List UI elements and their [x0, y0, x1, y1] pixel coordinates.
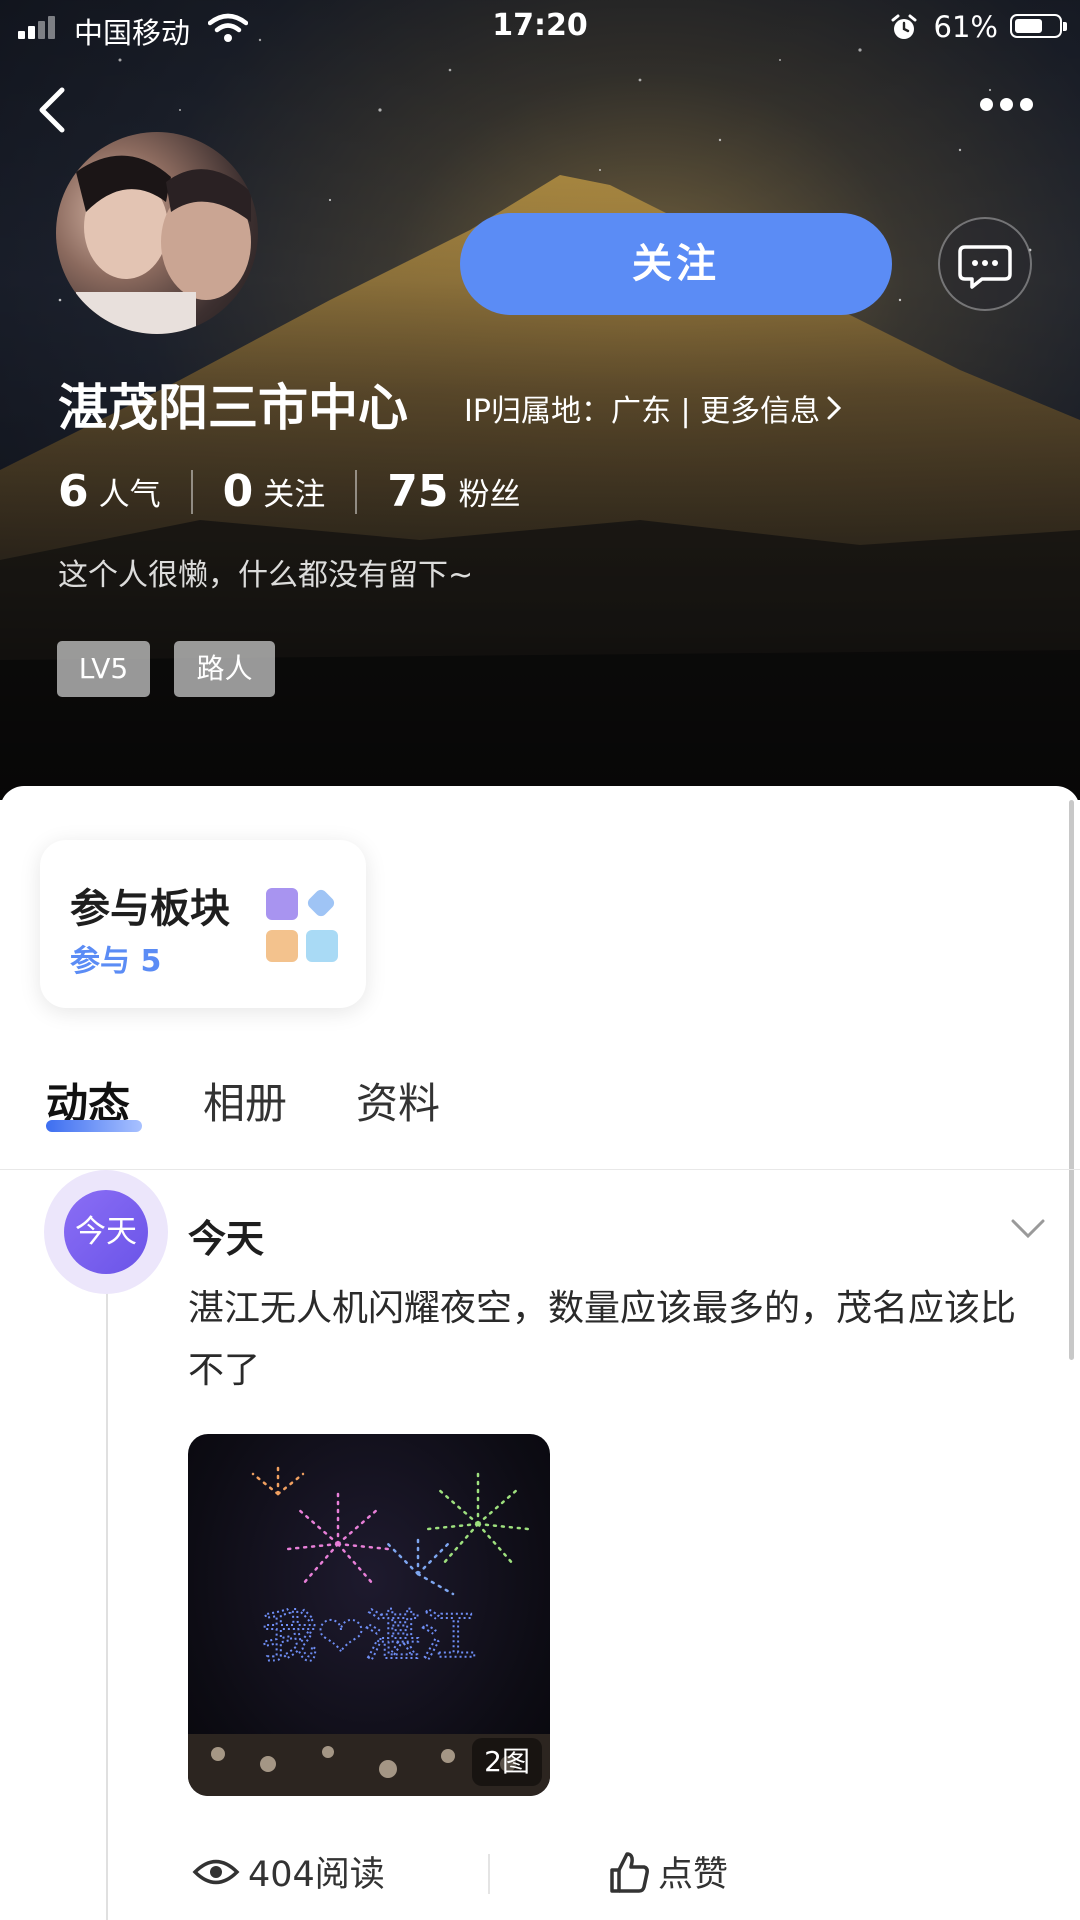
chat-bubble-icon	[958, 245, 1012, 289]
role-tag: 路人	[174, 641, 275, 697]
thumbs-up-icon	[610, 1851, 649, 1893]
status-bar: 中国移动 17:20 61%	[0, 0, 1080, 54]
boards-card-count: 参与 5	[70, 944, 162, 979]
stat-label: 关注	[263, 477, 326, 513]
stat-popularity[interactable]: 6 人气	[58, 466, 161, 517]
profile-stats: 6 人气 0 关注 75 粉丝	[58, 466, 520, 522]
stat-label: 粉丝	[458, 477, 521, 513]
more-options-icon[interactable]	[980, 96, 1040, 118]
divider	[190, 469, 193, 514]
level-tag: LV5	[57, 641, 150, 697]
post-text[interactable]: 湛江无人机闪耀夜空，数量应该最多的，茂名应该比不了	[188, 1278, 1028, 1402]
image-overlay-text: 我❤湛江	[262, 1605, 477, 1670]
like-label: 点赞	[658, 1855, 729, 1895]
timeline-line	[106, 1250, 108, 1920]
divider	[0, 1169, 1080, 1170]
ip-location-more-info[interactable]: IP归属地：广东 | 更多信息	[464, 386, 842, 430]
stat-label: 人气	[98, 477, 161, 513]
message-button[interactable]	[938, 217, 1032, 311]
post-date-label: 今天	[188, 1217, 265, 1261]
alarm-icon	[891, 14, 917, 39]
eye-icon	[192, 1859, 240, 1884]
battery-percent: 61%	[933, 10, 998, 44]
follow-button[interactable]: 关注	[460, 213, 892, 315]
post-actions: 404阅读 点赞	[188, 1846, 1068, 1906]
avatar[interactable]	[56, 132, 258, 334]
tab-album[interactable]: 相册	[203, 1070, 287, 1131]
like-button[interactable]: 点赞	[608, 1846, 728, 1897]
profile-tabs: 动态 相册 资料	[0, 1070, 1080, 1170]
profile-name: 湛茂阳三市中心	[58, 379, 408, 437]
ip-info-text: IP归属地：广东 | 更多信息	[464, 394, 821, 429]
image-count-badge: 2图	[472, 1738, 542, 1786]
profile-bio: 这个人很懒，什么都没有留下~	[58, 558, 474, 593]
boards-grid-icon	[266, 887, 340, 962]
stat-value: 6	[58, 466, 89, 517]
boards-card-title: 参与板块	[70, 886, 230, 932]
chevron-right-icon	[827, 396, 842, 420]
tab-profile-info[interactable]: 资料	[356, 1070, 440, 1131]
clock: 17:20	[492, 8, 588, 43]
stat-value: 75	[387, 466, 449, 517]
date-badge: 今天	[64, 1190, 148, 1274]
post-image[interactable]: 我❤湛江 2图	[188, 1434, 550, 1796]
divider	[488, 1854, 490, 1894]
back-arrow-icon[interactable]	[32, 84, 72, 136]
battery-icon	[1010, 14, 1067, 38]
divider	[355, 469, 358, 514]
read-count: 404阅读	[192, 1846, 385, 1897]
stat-following[interactable]: 0 关注	[223, 466, 326, 517]
boards-card[interactable]: 参与板块 参与 5	[40, 840, 366, 1008]
read-count-label: 404阅读	[248, 1855, 385, 1895]
active-tab-indicator	[46, 1120, 142, 1132]
stat-value: 0	[222, 466, 254, 517]
stat-followers[interactable]: 75 粉丝	[387, 466, 520, 517]
chevron-down-icon[interactable]	[1010, 1218, 1046, 1240]
